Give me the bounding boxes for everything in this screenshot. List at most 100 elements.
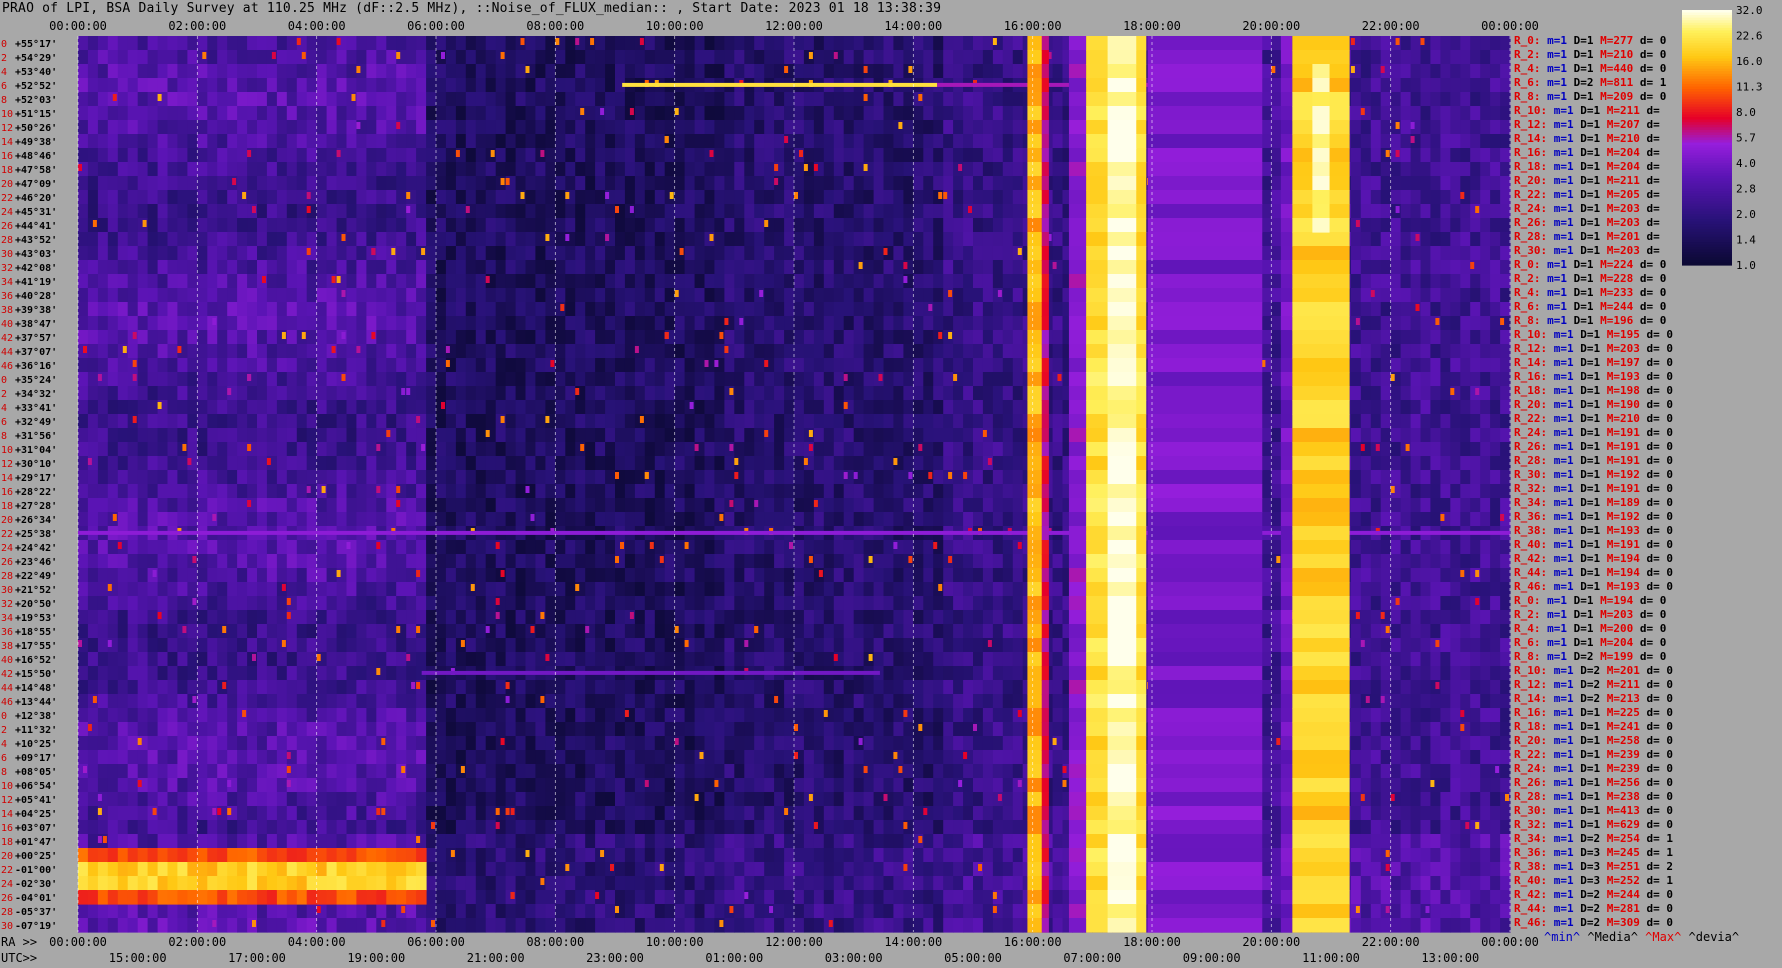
row-stat: R_0: m=1 D=1 M=194 d= 0 (1514, 594, 1667, 607)
dec-tick-label: +18°55' (15, 627, 57, 638)
ra-tick-label: 12:00:00 (765, 935, 823, 949)
dec-tick-label: +31°04' (15, 445, 57, 456)
dec-tick-label: +55°17' (15, 39, 57, 50)
row-index-label: 30 (1, 249, 13, 260)
dec-tick-label: +39°38' (15, 305, 57, 316)
row-stat: R_28: m=1 D=1 M=191 d= 0 (1514, 454, 1673, 467)
row-index-label: 16 (1, 823, 13, 834)
row-stat: R_22: m=1 D=1 M=205 d= (1514, 188, 1660, 201)
row-stat: R_32: m=1 D=1 M=191 d= 0 (1514, 482, 1673, 495)
top-tick-label: 08:00:00 (526, 19, 584, 33)
row-stat: R_42: m=1 D=1 M=194 d= 0 (1514, 552, 1673, 565)
dec-tick-label: +51°15' (15, 109, 57, 120)
row-index-label: 4 (1, 403, 7, 414)
row-stat: R_12: m=1 D=1 M=203 d= 0 (1514, 342, 1673, 355)
row-stat: R_14: m=1 D=2 M=213 d= 0 (1514, 692, 1673, 705)
row-stat: R_38: m=1 D=1 M=193 d= 0 (1514, 524, 1673, 537)
row-index-label: 26 (1, 557, 13, 568)
row-stat: R_44: m=1 D=2 M=281 d= 0 (1514, 902, 1673, 915)
colorbar-tick: 5.7 (1736, 132, 1756, 145)
row-stat: R_24: m=1 D=1 M=239 d= 0 (1514, 762, 1673, 775)
ra-tick-label: 02:00:00 (168, 935, 226, 949)
ra-tick-label: 14:00:00 (884, 935, 942, 949)
dec-tick-label: +52°52' (15, 81, 57, 92)
row-stat: R_14: m=1 D=1 M=197 d= 0 (1514, 356, 1673, 369)
dec-tick-label: +24°42' (15, 543, 57, 554)
row-index-label: 8 (1, 431, 7, 442)
dec-tick-label: +41°19' (15, 277, 57, 288)
dec-tick-label: +37°07' (15, 347, 57, 358)
dec-tick-label: +08°05' (15, 767, 57, 778)
row-stat: R_18: m=1 D=1 M=198 d= 0 (1514, 384, 1673, 397)
dec-tick-label: +34°32' (15, 389, 57, 400)
ra-tick-label: 10:00:00 (646, 935, 704, 949)
row-index-label: 14 (1, 809, 13, 820)
colorbar-tick: 1.4 (1736, 234, 1756, 247)
row-index-label: 18 (1, 501, 13, 512)
row-index-label: 6 (1, 753, 7, 764)
row-stat: R_40: m=1 D=3 M=252 d= 1 (1514, 874, 1673, 887)
row-stat: R_34: m=1 D=2 M=254 d= 1 (1514, 832, 1673, 845)
row-stat: R_28: m=1 D=1 M=238 d= 0 (1514, 790, 1673, 803)
colorbar-tick: 2.0 (1736, 208, 1756, 221)
dec-tick-label: +11°32' (15, 725, 57, 736)
utc-tick-label: 21:00:00 (467, 951, 525, 965)
row-stat: R_16: m=1 D=1 M=204 d= (1514, 146, 1660, 159)
row-index-label: 16 (1, 151, 13, 162)
row-index-label: 10 (1, 445, 13, 456)
row-index-label: 28 (1, 907, 13, 918)
row-index-label: 4 (1, 739, 7, 750)
top-tick-label: 06:00:00 (407, 19, 465, 33)
row-stat: R_20: m=1 D=1 M=258 d= 0 (1514, 734, 1673, 747)
ra-tick-label: 16:00:00 (1004, 935, 1062, 949)
row-stat: R_2: m=1 D=1 M=210 d= 0 (1514, 48, 1667, 61)
dec-tick-label: +25°38' (15, 529, 57, 540)
utc-tick-label: 03:00:00 (825, 951, 883, 965)
row-index-label: 46 (1, 697, 13, 708)
ra-tick-label: 04:00:00 (288, 935, 346, 949)
row-index-label: 18 (1, 837, 13, 848)
row-stat: R_46: m=1 D=1 M=193 d= 0 (1514, 580, 1673, 593)
top-tick-label: 20:00:00 (1242, 19, 1300, 33)
top-tick-label: 02:00:00 (168, 19, 226, 33)
row-index-label: 0 (1, 39, 7, 50)
utc-tick-label: 15:00:00 (109, 951, 167, 965)
row-stat: R_4: m=1 D=1 M=200 d= 0 (1514, 622, 1667, 635)
row-index-label: 20 (1, 851, 13, 862)
row-stat: R_6: m=1 D=2 M=811 d= 1 (1514, 76, 1667, 89)
dec-tick-label: +10°25' (15, 739, 57, 750)
row-index-label: 20 (1, 179, 13, 190)
utc-tick-label: 05:00:00 (944, 951, 1002, 965)
dec-tick-label: +16°52' (15, 655, 57, 666)
row-stat: R_12: m=1 D=2 M=211 d= 0 (1514, 678, 1673, 691)
row-index-label: 16 (1, 487, 13, 498)
row-stat: R_42: m=1 D=2 M=244 d= 0 (1514, 888, 1673, 901)
row-stat: R_18: m=1 D=1 M=241 d= 0 (1514, 720, 1673, 733)
row-index-label: 36 (1, 291, 13, 302)
row-stat: R_2: m=1 D=1 M=228 d= 0 (1514, 272, 1667, 285)
row-index-label: 38 (1, 641, 13, 652)
row-stat: R_34: m=1 D=1 M=189 d= 0 (1514, 496, 1673, 509)
row-stat: R_36: m=1 D=1 M=192 d= 0 (1514, 510, 1673, 523)
row-index-label: 6 (1, 417, 7, 428)
top-tick-label: 22:00:00 (1362, 19, 1420, 33)
row-index-label: 44 (1, 347, 13, 358)
dec-tick-label: +47°09' (15, 179, 57, 190)
key-max: ^Max^ (1645, 930, 1682, 944)
dec-tick-label: +40°28' (15, 291, 57, 302)
colorbar-tick: 32.0 (1736, 4, 1763, 17)
row-index-label: 24 (1, 207, 13, 218)
dec-tick-label: +31°56' (15, 431, 57, 442)
row-stat: R_20: m=1 D=1 M=211 d= (1514, 174, 1660, 187)
row-index-label: 12 (1, 459, 13, 470)
dec-tick-label: +20°50' (15, 599, 57, 610)
row-index-label: 42 (1, 669, 13, 680)
ra-tick-label: 00:00:00 (49, 935, 107, 949)
row-stat: R_10: m=1 D=1 M=211 d= (1514, 104, 1660, 117)
row-index-label: 28 (1, 235, 13, 246)
row-stat: R_4: m=1 D=1 M=440 d= 0 (1514, 62, 1667, 75)
colorbar-tick: 22.6 (1736, 30, 1763, 43)
top-tick-label: 14:00:00 (884, 19, 942, 33)
colorbar (1682, 10, 1732, 266)
row-index-label: 10 (1, 109, 13, 120)
